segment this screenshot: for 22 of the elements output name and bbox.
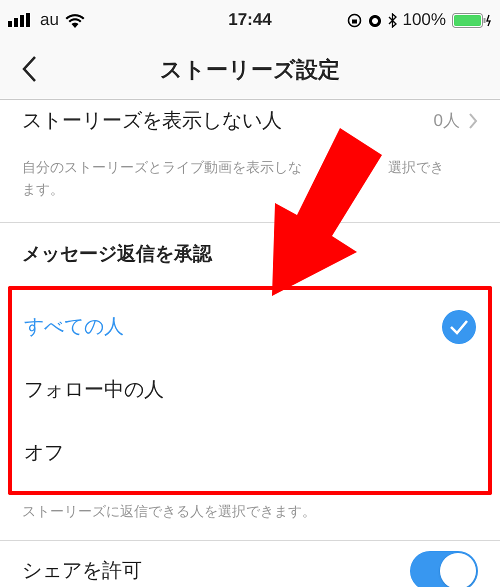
checkmark-icon [442,310,476,344]
carrier-name: au [40,9,59,32]
bluetooth-icon [388,12,397,28]
battery-percent: 100% [402,9,446,32]
setting-label: シェアを許可 [22,558,143,584]
rotation-lock-icon [346,12,362,28]
hint-text: 自分のストーリーズとライブ動画を表示しな [22,158,302,177]
hidden-viewers-row[interactable]: ストーリーズを表示しない人 0人 [0,102,500,140]
hint-text: ます。 [22,180,65,199]
section-header: メッセージ返信を承認 [21,242,214,267]
clock-time: 17:44 [227,9,273,32]
option-row[interactable]: フォロー中の人 [12,358,488,422]
wifi-icon [64,12,85,28]
battery-icon [452,12,492,28]
back-chevron-icon [21,55,37,83]
hint-text: 選択でき [388,158,444,177]
hint-text: ストーリーズに返信できる人を選択できます。 [21,502,317,520]
alarm-icon [368,12,382,28]
chevron-icon [468,112,478,130]
toggle-switch[interactable] [410,550,478,587]
option-row[interactable]: オフ [12,422,488,484]
screen-title: ストーリーズ設定 [160,56,340,84]
